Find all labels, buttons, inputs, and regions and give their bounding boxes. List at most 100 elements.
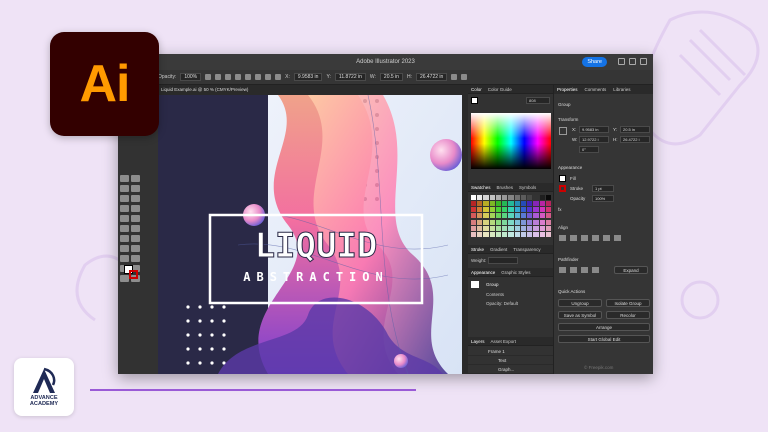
swatch-cell[interactable] [489, 207, 495, 213]
gradient-tool-icon[interactable] [131, 235, 140, 242]
x-field[interactable]: 9.9583 in [293, 73, 323, 81]
w-field[interactable]: 20.5 in [379, 73, 403, 81]
pencil-tool-icon[interactable] [120, 185, 129, 192]
swatch-cell[interactable] [520, 195, 527, 200]
expand-button[interactable]: Expand [614, 266, 648, 274]
blend-tool-icon[interactable] [131, 245, 140, 252]
stroke-color-swatch[interactable] [559, 185, 566, 192]
swatch-cell[interactable] [483, 207, 489, 213]
swatch-cell[interactable] [489, 219, 495, 225]
swatch-cell[interactable] [477, 195, 483, 200]
swatch-cell[interactable] [520, 225, 527, 231]
save-as-symbol-button[interactable]: Save as Symbol [558, 311, 602, 319]
ungroup-button[interactable]: Ungroup [558, 299, 602, 307]
layer-row[interactable]: Frame 1 [468, 347, 553, 356]
tab-asset-export[interactable]: Asset Export [491, 337, 517, 345]
swatch-cell[interactable] [520, 213, 527, 219]
tab-libraries[interactable]: Libraries [613, 85, 630, 94]
brush-tool-icon[interactable] [131, 175, 140, 182]
swatch-cell[interactable] [514, 213, 520, 219]
swatch-cell[interactable] [545, 231, 551, 237]
swatch-cell[interactable] [514, 207, 520, 213]
swatch-cell[interactable] [508, 219, 514, 225]
tab-graphic-styles[interactable]: Graphic Styles [501, 268, 530, 276]
swatch-cell[interactable] [539, 201, 545, 207]
color-spectrum[interactable] [471, 113, 551, 169]
share-button[interactable]: Share [582, 57, 607, 67]
swatch-cell[interactable] [539, 225, 545, 231]
swatch-cell[interactable] [495, 219, 502, 225]
exclude-icon[interactable] [592, 267, 599, 273]
warp-tool-icon[interactable] [120, 215, 129, 222]
swatch-cell[interactable] [489, 213, 495, 219]
tab-properties[interactable]: Properties [557, 85, 578, 94]
y-field[interactable]: 11.8722 in [334, 73, 366, 81]
swatch-cell[interactable] [471, 195, 477, 200]
rectangle-tool-icon[interactable] [120, 195, 129, 202]
swatch-cell[interactable] [539, 207, 545, 213]
swatch-cell[interactable] [502, 225, 508, 231]
fill-swatch-small[interactable] [471, 97, 478, 104]
align-bottom-icon[interactable] [265, 74, 272, 80]
swatch-cell[interactable] [508, 195, 514, 200]
swatch-cell[interactable] [533, 219, 539, 225]
eraser-tool-icon[interactable] [131, 195, 140, 202]
tab-brushes[interactable]: Brushes [497, 183, 514, 191]
minus-front-icon[interactable] [570, 267, 577, 273]
pen-tool-icon[interactable] [120, 175, 129, 182]
swatch-cell[interactable] [514, 195, 520, 200]
scale-tool-icon[interactable] [131, 205, 140, 212]
swatch-cell[interactable] [483, 225, 489, 231]
align-center-icon[interactable] [225, 74, 232, 80]
swatch-cell[interactable] [502, 207, 508, 213]
transform-icon[interactable] [451, 74, 458, 80]
swatch-cell[interactable] [471, 201, 477, 207]
maximize-icon[interactable] [629, 58, 636, 65]
opacity-field[interactable]: 100% [592, 195, 614, 202]
x-field[interactable]: 9.9583 in [579, 126, 609, 133]
swatch-cell[interactable] [533, 225, 539, 231]
stroke-weight-field[interactable]: 1 pt [592, 185, 614, 192]
swatch-cell[interactable] [477, 201, 483, 207]
layer-row[interactable]: Graph... [468, 365, 553, 374]
swatch-cell[interactable] [502, 213, 508, 219]
swatch-cell[interactable] [527, 219, 533, 225]
layer-row[interactable]: Text [468, 356, 553, 365]
swatch-cell[interactable] [533, 231, 539, 237]
swatch-cell[interactable] [539, 195, 545, 200]
swatch-cell[interactable] [489, 195, 495, 200]
swatch-cell[interactable] [527, 225, 533, 231]
tab-color-guide[interactable]: Color Guide [488, 85, 512, 93]
swatch-cell[interactable] [527, 213, 533, 219]
align-right-icon[interactable] [235, 74, 242, 80]
start-global-edit-button[interactable]: Start Global Edit [558, 335, 650, 343]
more-options-icon[interactable] [461, 74, 468, 80]
swatch-cell[interactable] [520, 231, 527, 237]
swatch-cell[interactable] [471, 207, 477, 213]
intersect-icon[interactable] [581, 267, 588, 273]
reference-point-icon[interactable] [559, 127, 567, 135]
tab-gradient[interactable]: Gradient [490, 245, 507, 253]
swatch-cell[interactable] [477, 207, 483, 213]
tab-transparency[interactable]: Transparency [513, 245, 540, 253]
swatch-grid[interactable] [471, 195, 551, 237]
swatch-cell[interactable] [495, 195, 502, 200]
swatch-cell[interactable] [502, 195, 508, 200]
swatch-cell[interactable] [471, 231, 477, 237]
swatch-cell[interactable] [489, 225, 495, 231]
free-transform-icon[interactable] [131, 215, 140, 222]
swatch-cell[interactable] [508, 213, 514, 219]
swatch-cell[interactable] [477, 231, 483, 237]
tab-swatches[interactable]: Swatches [471, 183, 491, 191]
isolate-group-button[interactable]: Isolate Group [606, 299, 650, 307]
swatch-cell[interactable] [471, 219, 477, 225]
swatch-cell[interactable] [545, 207, 551, 213]
swatch-cell[interactable] [520, 219, 527, 225]
close-icon[interactable] [640, 58, 647, 65]
unite-icon[interactable] [559, 267, 566, 273]
swatch-cell[interactable] [514, 201, 520, 207]
swatch-cell[interactable] [508, 225, 514, 231]
fill-stroke-swatch[interactable] [124, 265, 138, 279]
shaper-tool-icon[interactable] [131, 185, 140, 192]
y-field[interactable]: 20.5 in [620, 126, 650, 133]
